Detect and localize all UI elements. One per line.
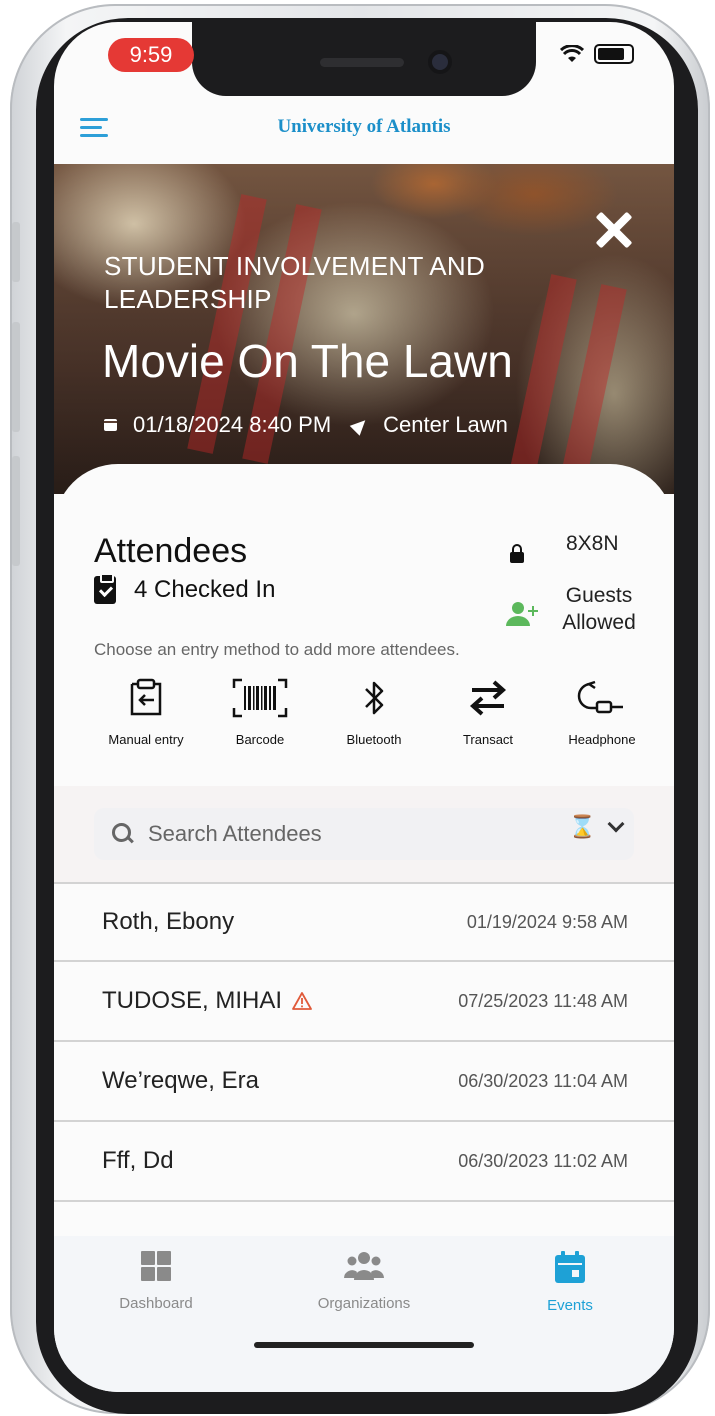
search-icon (112, 823, 134, 845)
organizations-icon (344, 1252, 384, 1280)
list-item[interactable]: Fff, Dd 06/30/2023 11:02 AM (54, 1122, 674, 1202)
lock-icon (510, 544, 524, 563)
dashboard-icon (141, 1251, 171, 1281)
status-time: 9:59 (108, 38, 194, 72)
attendees-heading: Attendees (94, 532, 248, 570)
event-meta: 01/18/2024 8:40 PM Center Lawn (104, 412, 508, 438)
event-organization: STUDENT INVOLVEMENT AND LEADERSHIP (104, 251, 486, 314)
bluetooth-label: Bluetooth (346, 732, 402, 747)
barcode-label: Barcode (235, 732, 285, 747)
front-camera (428, 50, 452, 74)
attendee-list: Roth, Ebony 01/19/2024 9:58 AM TUDOSE, M… (54, 882, 674, 1202)
search-input[interactable] (148, 821, 528, 847)
notch (192, 22, 536, 96)
chevron-down-icon (607, 815, 625, 833)
event-hero: STUDENT INVOLVEMENT AND LEADERSHIP Movie… (54, 164, 674, 494)
event-title: Movie On The Lawn (102, 335, 513, 387)
attendee-name: Roth, Ebony (102, 908, 235, 935)
list-item[interactable]: Roth, Ebony 01/19/2024 9:58 AM (54, 882, 674, 962)
app-header: University of Atlantis (54, 96, 674, 164)
attendee-name: Fff, Dd (102, 1147, 174, 1174)
brand-logo: University of Atlantis (277, 116, 451, 137)
list-item[interactable]: TUDOSE, MIHAI 07/25/2023 11:48 AM (54, 962, 674, 1042)
home-indicator (254, 1342, 474, 1348)
checkin-time: 06/30/2023 11:02 AM (458, 1150, 628, 1171)
mute-switch (12, 222, 20, 282)
barcode-button[interactable]: Barcode (208, 676, 312, 747)
manual-entry-icon (130, 678, 162, 716)
location-arrow-icon (349, 414, 371, 436)
barcode-icon (232, 678, 288, 718)
volume-down-button (12, 456, 20, 566)
add-guest-icon (506, 602, 538, 626)
close-icon[interactable] (594, 210, 634, 250)
attendees-card: Attendees 4 Checked In Choose an entry m… (54, 464, 674, 1264)
event-location: Center Lawn (383, 412, 508, 437)
tab-dashboard-label: Dashboard (119, 1295, 193, 1312)
phone-screen: 9:59 University of Atlantis STUDENT INVO… (54, 22, 674, 1392)
transact-label: Transact (462, 732, 514, 747)
tab-organizations-label: Organizations (317, 1295, 411, 1312)
search-box[interactable] (94, 808, 634, 860)
manual-entry-label: Manual entry (108, 732, 184, 747)
battery-icon (594, 44, 634, 64)
tab-events[interactable]: Events (470, 1250, 670, 1314)
calendar-icon (104, 419, 117, 431)
speaker (320, 58, 404, 67)
checkin-time: 07/25/2023 11:48 AM (458, 990, 628, 1011)
headphone-label: Headphone (568, 732, 636, 747)
headphone-icon (577, 680, 623, 714)
clipboard-check-icon (94, 573, 116, 604)
warning-icon (292, 992, 312, 1010)
event-datetime: 01/18/2024 8:40 PM (133, 412, 332, 437)
tab-dashboard[interactable]: Dashboard (56, 1250, 256, 1312)
manual-entry-button[interactable]: Manual entry (94, 676, 198, 747)
calendar-icon (555, 1251, 585, 1283)
transact-icon (469, 680, 507, 716)
checkin-time: 01/19/2024 9:58 AM (466, 911, 628, 932)
headphone-button[interactable]: Headphone (550, 676, 654, 747)
bluetooth-button[interactable]: Bluetooth (322, 676, 426, 747)
event-code: 8X8N (566, 532, 619, 555)
bottom-tab-bar: Dashboard Organizations Events (54, 1236, 674, 1392)
list-item[interactable]: We’reqwe, Era 06/30/2023 11:04 AM (54, 1042, 674, 1122)
checked-in-label: 4 Checked In (134, 576, 276, 603)
attendee-name: We’reqwe, Era (102, 1067, 259, 1094)
bluetooth-icon (365, 681, 384, 715)
sort-dropdown[interactable]: ⌛ (568, 814, 625, 840)
transact-button[interactable]: Transact (436, 676, 540, 747)
checkin-time: 06/30/2023 11:04 AM (458, 1070, 628, 1091)
attendee-name-group: TUDOSE, MIHAI (102, 987, 312, 1015)
tab-events-label: Events (547, 1297, 593, 1314)
status-icons (560, 44, 634, 64)
entry-hint: Choose an entry method to add more atten… (94, 640, 460, 659)
guests-allowed: Guests Allowed (562, 584, 636, 634)
checked-in-count: 4 Checked In (94, 573, 276, 604)
hourglass-icon: ⌛ (568, 814, 596, 839)
entry-methods: Manual entry Barcode Bluetooth Transact … (94, 676, 654, 747)
attendee-name: TUDOSE, MIHAI (102, 987, 283, 1014)
volume-up-button (12, 322, 20, 432)
tab-organizations[interactable]: Organizations (264, 1250, 464, 1312)
wifi-icon (560, 45, 584, 62)
